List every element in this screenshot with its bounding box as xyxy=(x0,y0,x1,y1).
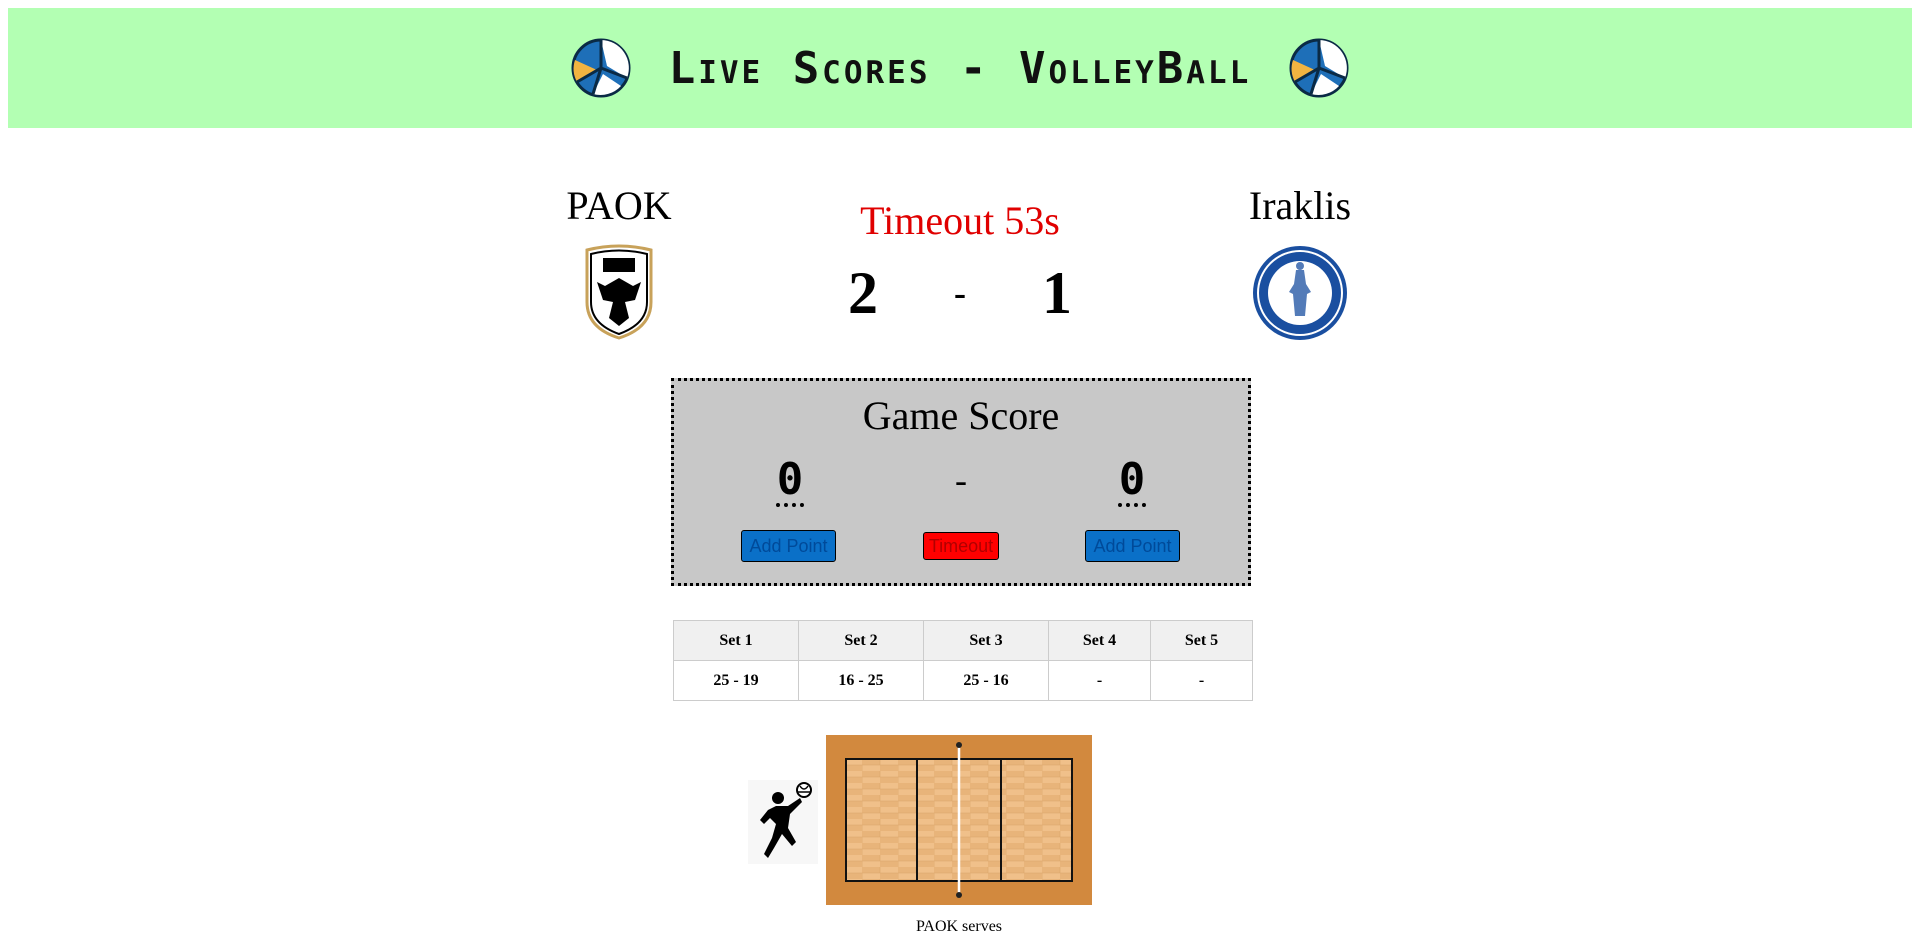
sets-table: Set 1 Set 2 Set 3 Set 4 Set 5 25 - 19 16… xyxy=(673,620,1253,701)
points-separator: - xyxy=(955,460,967,500)
away-points: 0 xyxy=(1118,454,1146,507)
paok-crest-icon xyxy=(585,244,653,340)
sets-score: 2 - 1 xyxy=(810,258,1110,328)
timeout-button[interactable]: Timeout xyxy=(923,532,999,560)
set-header: Set 5 xyxy=(1150,620,1253,661)
iraklis-crest-icon xyxy=(1253,246,1347,340)
page-title: Live Scores - VolleyBall xyxy=(668,42,1252,94)
home-sets-won: 2 xyxy=(848,260,878,326)
set-header: Set 3 xyxy=(923,620,1049,661)
sets-score-row: 25 - 19 16 - 25 25 - 16 - - xyxy=(673,660,1253,701)
away-team-name: Iraklis xyxy=(1248,183,1352,228)
set-header: Set 1 xyxy=(673,620,799,661)
game-score-title: Game Score xyxy=(862,393,1060,438)
volleyball-icon xyxy=(571,38,631,98)
game-points-row: 0 - 0 xyxy=(674,457,1248,507)
set-score: - xyxy=(1048,660,1151,701)
set-header: Set 2 xyxy=(798,620,924,661)
volleyball-court xyxy=(826,735,1092,905)
home-team-name: PAOK xyxy=(566,183,672,228)
away-sets-won: 1 xyxy=(1042,260,1072,326)
timeout-countdown: Timeout 53s xyxy=(860,198,1060,243)
home-team: PAOK xyxy=(519,178,719,340)
set-score: 25 - 16 xyxy=(923,660,1049,701)
add-point-away-button[interactable]: Add Point xyxy=(1085,530,1180,562)
set-score: - xyxy=(1150,660,1253,701)
volleyball-icon xyxy=(1289,38,1349,98)
game-score-panel: Game Score 0 - 0 Add Point Timeout Add P… xyxy=(671,378,1251,586)
home-points: 0 xyxy=(776,454,804,507)
match-status: Timeout 53s 2 - 1 xyxy=(810,196,1110,328)
sets-header-row: Set 1 Set 2 Set 3 Set 4 Set 5 xyxy=(673,620,1253,661)
sets-separator: - xyxy=(954,273,966,313)
away-team: Iraklis xyxy=(1200,178,1400,342)
set-header: Set 4 xyxy=(1048,620,1151,661)
volleyball-player-icon xyxy=(748,780,818,864)
add-point-home-button[interactable]: Add Point xyxy=(741,530,836,562)
serve-indicator: PAOK serves xyxy=(915,918,1003,935)
header-banner: Live Scores - VolleyBall xyxy=(8,8,1912,128)
set-score: 25 - 19 xyxy=(673,660,799,701)
set-score: 16 - 25 xyxy=(798,660,924,701)
